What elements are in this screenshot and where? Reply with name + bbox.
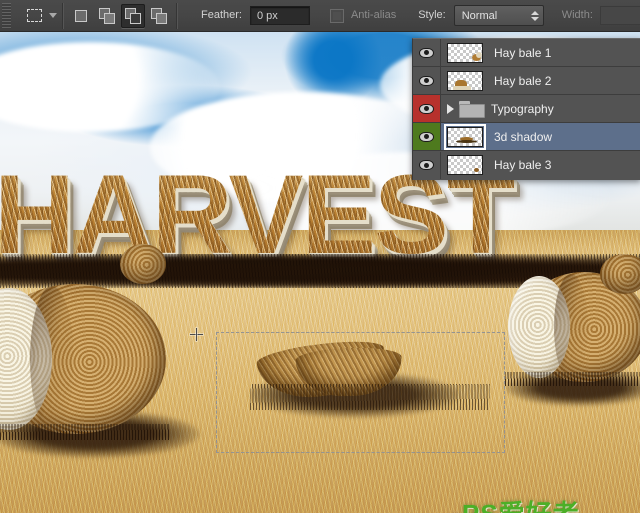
- layer-name-label: Hay bale 3: [494, 158, 551, 172]
- layer-name-label: 3d shadow: [494, 130, 552, 144]
- anti-alias-checkbox[interactable]: [330, 9, 344, 23]
- straw-tuft: [0, 424, 170, 440]
- eye-icon: [419, 48, 434, 58]
- marching-ants-selection[interactable]: [216, 332, 505, 453]
- selection-mode-group: [69, 4, 171, 28]
- rectangular-marquee-icon[interactable]: [21, 3, 47, 29]
- new-selection-button[interactable]: [69, 4, 93, 28]
- eye-icon: [419, 132, 434, 142]
- style-select-value: Normal: [462, 10, 497, 22]
- hay-bale-distant: [120, 244, 166, 284]
- divider: [62, 3, 64, 29]
- chevron-down-icon[interactable]: [49, 13, 57, 18]
- layer-thumbnail[interactable]: [446, 42, 484, 64]
- layer-visibility-toggle[interactable]: [413, 67, 441, 94]
- layer-row[interactable]: Hay bale 2: [413, 67, 640, 95]
- layer-thumbnail[interactable]: [446, 70, 484, 92]
- layer-visibility-toggle[interactable]: [413, 152, 441, 179]
- layers-panel[interactable]: Hay bale 1 Hay bale 2 Typo: [412, 38, 640, 180]
- layer-row[interactable]: 3d shadow: [413, 123, 640, 151]
- photoshop-window: HARVEST HARVEST: [0, 0, 640, 513]
- style-label: Style:: [418, 10, 446, 21]
- straw-tuft: [505, 372, 640, 386]
- subtract-from-selection-button[interactable]: [121, 4, 145, 28]
- style-select[interactable]: Normal: [454, 5, 544, 26]
- layer-name-label: Hay bale 2: [494, 74, 551, 88]
- hay-bale-far-right: [600, 254, 640, 294]
- divider: [176, 3, 178, 29]
- layer-visibility-toggle[interactable]: [413, 39, 441, 66]
- layer-name-label: Typography: [491, 102, 554, 116]
- feather-label: Feather:: [201, 10, 242, 21]
- options-bar-grip-handle[interactable]: [2, 3, 11, 29]
- folder-icon[interactable]: [459, 99, 485, 119]
- width-input[interactable]: [600, 6, 640, 25]
- expand-group-arrow-icon[interactable]: [445, 104, 455, 114]
- layer-row[interactable]: Hay bale 1: [413, 39, 640, 67]
- anti-alias-label: Anti-alias: [351, 10, 396, 21]
- layer-name-label: Hay bale 1: [494, 46, 551, 60]
- layer-thumbnail[interactable]: [446, 154, 484, 176]
- eye-icon: [419, 104, 434, 114]
- layer-thumbnail[interactable]: [446, 126, 484, 148]
- crosshair-cursor: [190, 328, 203, 341]
- intersect-with-selection-button[interactable]: [147, 4, 171, 28]
- hay-bale-left: [0, 284, 166, 434]
- layer-row[interactable]: Hay bale 3: [413, 151, 640, 179]
- layer-visibility-toggle[interactable]: [413, 123, 441, 150]
- layer-visibility-toggle[interactable]: [413, 95, 441, 122]
- layer-row[interactable]: Typography: [413, 95, 640, 123]
- eye-icon: [419, 160, 434, 170]
- width-label: Width:: [562, 10, 593, 21]
- tool-options-bar: Feather: 0 px Anti-alias Style: Normal W…: [0, 0, 640, 32]
- spinner-arrows-icon[interactable]: [531, 11, 539, 21]
- add-to-selection-button[interactable]: [95, 4, 119, 28]
- feather-input[interactable]: 0 px: [250, 6, 310, 25]
- eye-icon: [419, 76, 434, 86]
